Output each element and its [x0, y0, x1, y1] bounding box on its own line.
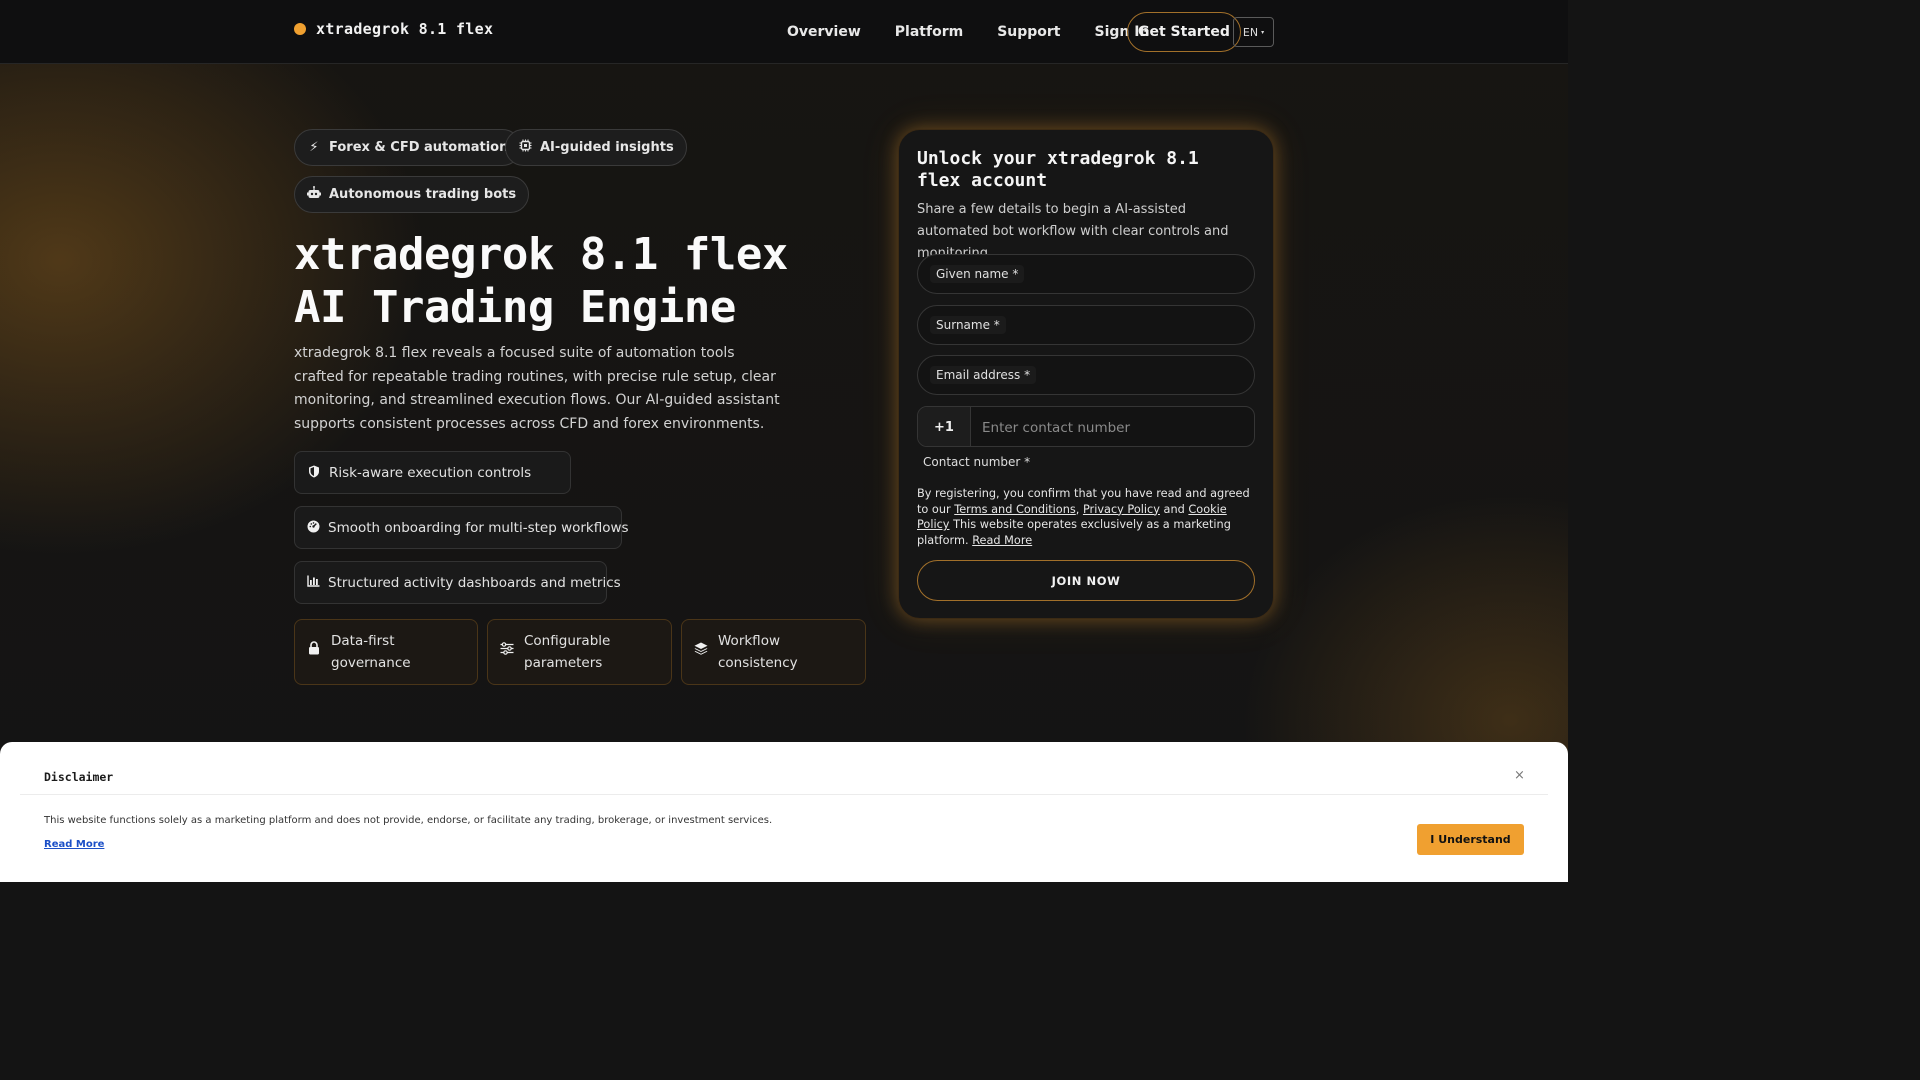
bar-chart-icon — [307, 575, 320, 590]
bolt-icon: ⚡ — [309, 140, 319, 155]
disclaimer-text: This website functions solely as a marke… — [44, 815, 773, 826]
hero-title: xtradegrok 8.1 flex AI Trading Engine — [294, 229, 788, 333]
phone-label: Contact number * — [923, 455, 1031, 469]
nav-link-overview[interactable]: Overview — [787, 24, 861, 40]
caret-down-icon: ▾ — [1261, 28, 1265, 36]
privacy-link[interactable]: Privacy Policy — [1083, 503, 1160, 516]
i-understand-button[interactable]: I Understand — [1417, 824, 1524, 855]
tag-ai-insights: AI-guided insights — [505, 129, 687, 166]
chip-icon — [518, 139, 532, 156]
nav-link-support[interactable]: Support — [997, 24, 1060, 40]
terms-link[interactable]: Terms and Conditions — [954, 503, 1076, 516]
surname-field[interactable]: Surname * — [917, 305, 1255, 345]
feature-dashboards: Structured activity dashboards and metri… — [294, 561, 621, 604]
card-configurable-parameters: Configurable parameters — [487, 619, 672, 685]
feature-label: Smooth onboarding for multi-step workflo… — [328, 519, 629, 536]
tag-label: Forex & CFD automation — [329, 140, 509, 155]
brand-name: xtradegrok 8.1 flex — [316, 20, 494, 38]
disclaimer-title: Disclaimer — [44, 770, 114, 784]
consent-suffix: This website operates exclusively as a m… — [917, 518, 1231, 547]
phone-input[interactable] — [982, 407, 1242, 446]
consent-and: and — [1163, 502, 1185, 516]
shield-icon — [307, 465, 321, 481]
feature-onboarding: Smooth onboarding for multi-step workflo… — [294, 506, 629, 549]
country-code-selector[interactable]: +1 — [918, 407, 971, 446]
lock-icon — [307, 641, 321, 663]
brand-logo[interactable]: xtradegrok 8.1 flex — [294, 20, 493, 38]
surname-label: Surname * — [930, 316, 1006, 334]
card-label: Workflow consistency — [718, 633, 798, 671]
feature-risk-controls: Risk-aware execution controls — [294, 451, 571, 494]
disclaimer-banner: Disclaimer × This website functions sole… — [0, 742, 1568, 882]
feature-label: Structured activity dashboards and metri… — [328, 574, 621, 591]
brand-dot-icon — [294, 23, 306, 35]
gauge-icon — [307, 520, 320, 536]
card-data-governance: Data-first governance — [294, 619, 478, 685]
hero-description: xtradegrok 8.1 flex reveals a focused su… — [294, 345, 780, 432]
language-selector[interactable]: EN ▾ — [1233, 17, 1274, 47]
email-label: Email address * — [930, 366, 1037, 384]
sliders-icon — [500, 641, 514, 663]
email-field[interactable]: Email address * — [917, 355, 1255, 395]
tag-trading-bots: Autonomous trading bots — [294, 176, 530, 213]
given-name-label: Given name * — [930, 265, 1025, 283]
card-label: Configurable parameters — [524, 633, 611, 671]
get-started-button[interactable]: Get Started — [1127, 12, 1241, 52]
layers-icon — [694, 641, 708, 663]
phone-field: +1 — [917, 406, 1255, 447]
language-label: EN — [1242, 25, 1259, 39]
divider — [20, 794, 1548, 795]
form-title: Unlock your xtradegrok 8.1 flex account — [917, 148, 1199, 191]
card-workflow-consistency: Workflow consistency — [681, 619, 866, 685]
signup-form: Unlock your xtradegrok 8.1 flex account … — [898, 129, 1274, 619]
robot-icon — [307, 186, 321, 203]
card-label: Data-first governance — [331, 633, 411, 671]
join-now-button[interactable]: JOIN NOW — [917, 560, 1255, 601]
disclaimer-read-more-link[interactable]: Read More — [44, 839, 104, 850]
nav-link-platform[interactable]: Platform — [895, 24, 963, 40]
read-more-link[interactable]: Read More — [972, 534, 1032, 547]
close-icon[interactable]: × — [1514, 768, 1525, 783]
tag-forex-cfd: ⚡ Forex & CFD automation — [294, 129, 522, 166]
tag-label: Autonomous trading bots — [329, 187, 517, 202]
consent-text: By registering, you confirm that you hav… — [917, 487, 1250, 547]
main-nav: Overview Platform Support Sign In Get St… — [787, 12, 1274, 52]
top-nav-bar: xtradegrok 8.1 flex Overview Platform Su… — [0, 0, 1568, 64]
given-name-field[interactable]: Given name * — [917, 254, 1255, 294]
feature-label: Risk-aware execution controls — [329, 464, 532, 481]
tag-label: AI-guided insights — [540, 140, 674, 155]
